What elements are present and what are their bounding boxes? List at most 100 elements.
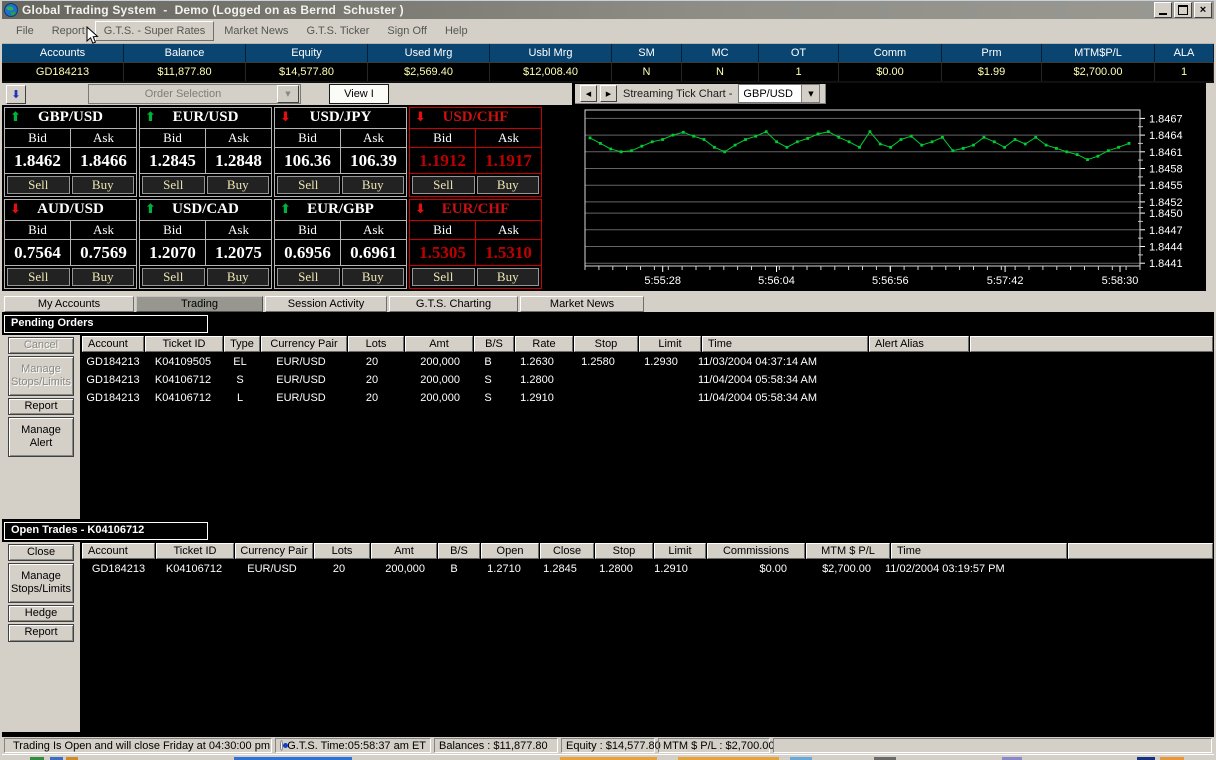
table-row[interactable]: GD184213 K04106712 S EUR/USD 20 200,000 S 1.280… <box>82 371 1214 388</box>
account-value: $2,569.40 <box>368 63 490 81</box>
column-header-ticket-id: Ticket ID <box>145 336 223 352</box>
minimize-button[interactable] <box>1154 2 1172 18</box>
buy-button[interactable]: Buy <box>341 268 404 286</box>
expand-button[interactable]: ⬇ <box>6 85 26 104</box>
bid-price: 1.2070 <box>140 240 206 265</box>
currency-pair-label: AUD/USD <box>37 201 104 218</box>
buy-button[interactable]: Buy <box>476 268 539 286</box>
manage-alert-button[interactable]: Manage Alert <box>8 417 74 458</box>
menu-item-sign-off[interactable]: Sign Off <box>379 22 435 40</box>
order-selection-combo[interactable]: Order Selection ▼ <box>88 84 301 104</box>
report-button[interactable]: Report <box>8 398 74 416</box>
sell-button[interactable]: Sell <box>7 176 70 194</box>
tab-session-activity[interactable]: Session Activity <box>265 296 387 312</box>
buy-button[interactable]: Buy <box>71 268 134 286</box>
svg-text:5:58:30: 5:58:30 <box>1102 275 1139 287</box>
close-button[interactable]: × <box>1194 2 1212 18</box>
open-trades-buttons: Close Manage Stops/Limits Hedge Report <box>2 542 82 732</box>
ask-label: Ask <box>228 130 249 146</box>
sell-button[interactable]: Sell <box>142 268 205 286</box>
order-selection-label: Order Selection <box>144 88 222 100</box>
tab-market-news[interactable]: Market News <box>520 296 644 312</box>
order-selection-dropdown-icon[interactable]: ▼ <box>277 85 299 103</box>
order-control-bar: ⬇ Order Selection ▼ View I <box>2 83 572 105</box>
svg-text:5:56:56: 5:56:56 <box>872 275 909 287</box>
sell-button[interactable]: Sell <box>142 176 205 194</box>
tick-chart: 1.84671.84641.84611.84581.84551.84521.84… <box>584 109 1183 287</box>
sell-button[interactable]: Sell <box>412 176 475 194</box>
svg-text:1.8447: 1.8447 <box>1149 225 1183 237</box>
menu-item-g-t-s-super-rates[interactable]: G.T.S. - Super Rates <box>94 21 215 41</box>
tab-trading[interactable]: Trading <box>136 296 263 312</box>
cell: 11/04/2004 05:58:34 AM <box>698 391 818 404</box>
menu-item-file[interactable]: File <box>8 22 42 40</box>
next-pair-button[interactable]: ▶ <box>600 85 617 102</box>
manage-stops-limits-button[interactable]: Manage Stops/Limits <box>8 563 74 604</box>
status-segment: MTM $ P/L : $2,700.00 <box>658 738 774 753</box>
table-row[interactable]: GD184213 K04109505 EL EUR/USD 20 200,000 B 1.26… <box>82 353 1214 370</box>
column-header-b/s: B/S <box>474 336 514 352</box>
sell-button[interactable]: Sell <box>7 268 70 286</box>
cell: $0.00 <box>759 562 787 575</box>
cell: 200,000 <box>420 391 460 404</box>
menu-item-g-t-s-ticker[interactable]: G.T.S. Ticker <box>298 22 377 40</box>
currency-pair-label: GBP/USD <box>37 109 103 126</box>
taskbar[interactable] <box>2 754 1214 760</box>
sell-button[interactable]: Sell <box>277 176 340 194</box>
sell-button[interactable]: Sell <box>412 268 475 286</box>
menu-item-help[interactable]: Help <box>437 22 476 40</box>
column-header-time: Time <box>891 543 1067 559</box>
close-button[interactable]: Close <box>8 544 74 562</box>
cell: B <box>450 562 458 575</box>
status-segment: Balances : $11,877.80 <box>434 738 558 753</box>
buy-button[interactable]: Buy <box>71 176 134 194</box>
close-icon: × <box>1199 3 1207 16</box>
bid-price: 1.5305 <box>410 240 476 265</box>
menu-item-market-news[interactable]: Market News <box>216 22 296 40</box>
buy-button[interactable]: Buy <box>206 176 269 194</box>
column-header-limit: Limit <box>654 543 706 559</box>
chart-pair-dropdown-icon[interactable]: ▼ <box>801 85 820 102</box>
account-col-comm: Comm <box>839 44 942 62</box>
cell: 1.2710 <box>487 562 521 575</box>
column-header-commissions: Commissions <box>707 543 805 559</box>
up-arrow-icon: ⬆ <box>145 110 156 125</box>
bid-price: 1.8462 <box>5 148 71 173</box>
chart-pair-combo[interactable]: GBP/USD ▼ <box>738 84 821 103</box>
status-text: Equity : $14,577.80 <box>566 739 661 752</box>
prev-pair-button[interactable]: ◀ <box>580 85 597 102</box>
view-button[interactable]: View I <box>329 84 389 104</box>
hedge-button[interactable]: Hedge <box>8 605 74 623</box>
buy-button[interactable]: Buy <box>341 176 404 194</box>
table-row[interactable]: GD184213 K04106712 EUR/USD 20 200,000 B 1.2710… <box>82 560 1214 577</box>
tab-g-t-s-charting[interactable]: G.T.S. Charting <box>389 296 518 312</box>
maximize-button[interactable] <box>1174 2 1192 18</box>
tab-my-accounts[interactable]: My Accounts <box>4 296 134 312</box>
quote-panel-eur-usd: ⬆ EUR/USD Bid Ask 1.2845 1.2848 Sell Buy <box>139 107 272 197</box>
account-value: $2,700.00 <box>1042 63 1155 81</box>
quote-panel-eur-gbp: ⬆ EUR/GBP Bid Ask 0.6956 0.6961 Sell Buy <box>274 199 407 289</box>
quotes-column: ⬇ Order Selection ▼ View I ⬆ GBP/USD Bid As… <box>2 83 572 291</box>
open-trades-header-row: Account Ticket ID Currency Pair Lots Amt B/S O… <box>82 543 1214 559</box>
ask-label: Ask <box>93 222 114 238</box>
currency-pair-label: EUR/CHF <box>441 201 510 218</box>
column-header-open: Open <box>481 543 539 559</box>
account-value: N <box>682 63 759 81</box>
buy-button[interactable]: Buy <box>476 176 539 194</box>
table-row[interactable]: GD184213 K04106712 L EUR/USD 20 200,000 S 1.291… <box>82 389 1214 406</box>
account-value: GD184213 <box>2 63 124 81</box>
report-button[interactable]: Report <box>8 624 74 642</box>
svg-text:1.8467: 1.8467 <box>1149 113 1183 125</box>
column-header-type: Type <box>224 336 260 352</box>
cancel-button: Cancel <box>8 337 74 355</box>
tick-chart-header: ◀ ▶ Streaming Tick Chart - GBP/USD ▼ <box>575 84 827 104</box>
quote-panel-usd-jpy: ⬇ USD/JPY Bid Ask 106.36 106.39 Sell Buy <box>274 107 407 197</box>
sell-button[interactable]: Sell <box>277 268 340 286</box>
cell: S <box>236 373 244 386</box>
account-col-sm: SM <box>612 44 682 62</box>
cell: 1.2800 <box>520 373 554 386</box>
cell: EUR/USD <box>247 562 297 575</box>
down-arrow-icon: ⬇ <box>415 110 426 125</box>
svg-text:1.8450: 1.8450 <box>1149 208 1183 220</box>
buy-button[interactable]: Buy <box>206 268 269 286</box>
